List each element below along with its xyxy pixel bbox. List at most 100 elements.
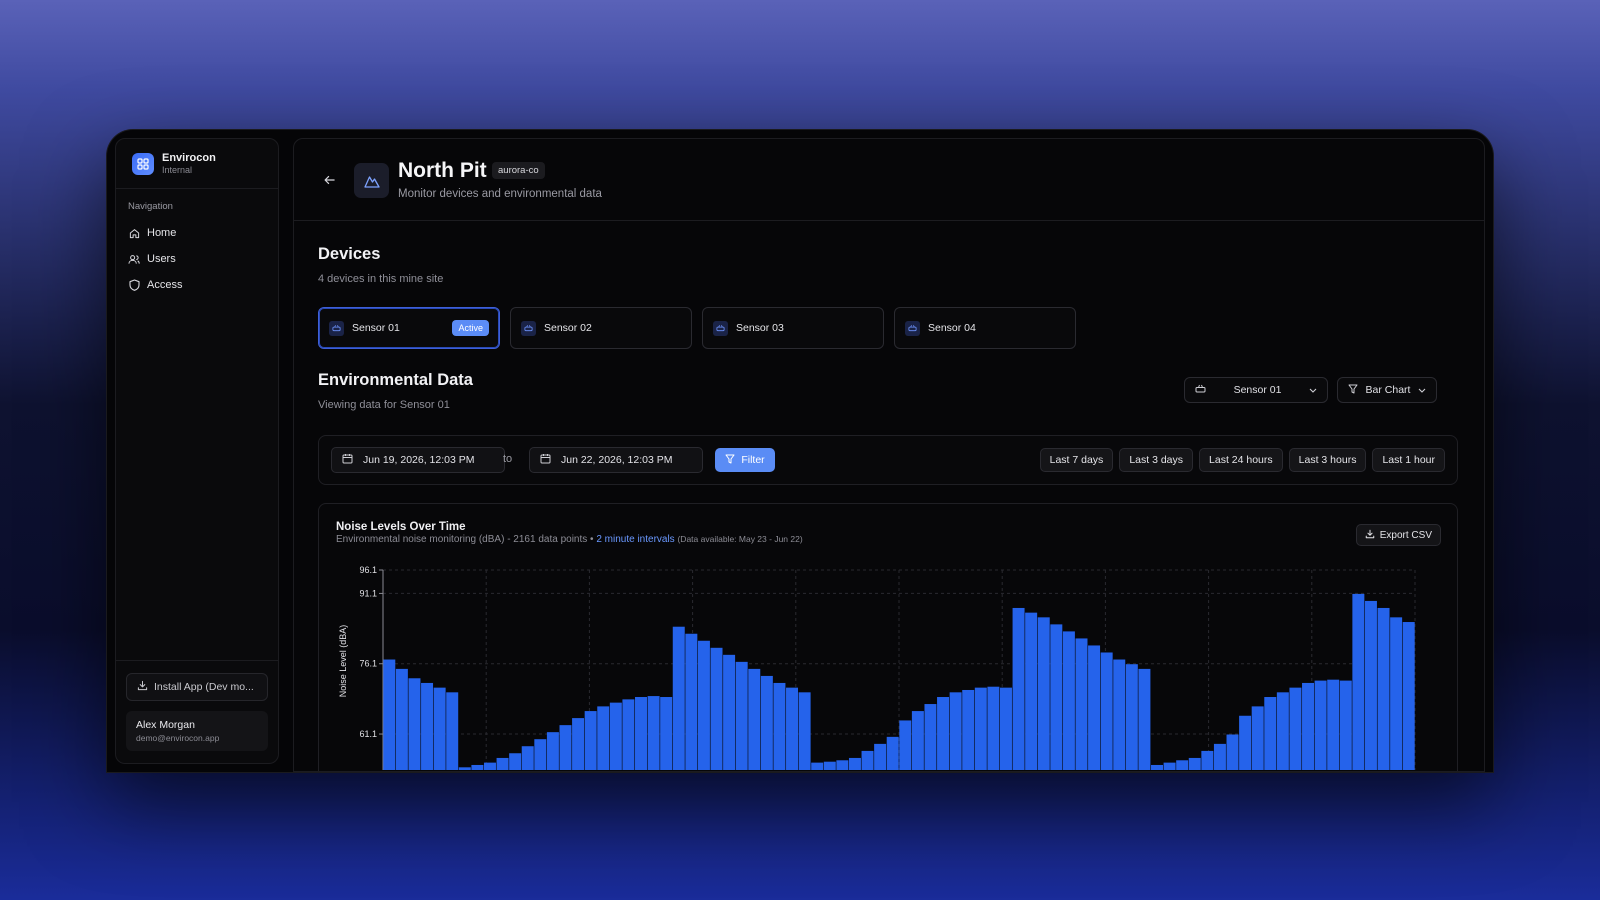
chart-bar[interactable] [383, 659, 396, 770]
chart-bar[interactable] [1327, 679, 1340, 770]
chart-bar[interactable] [861, 750, 874, 770]
chart-bar[interactable] [1075, 638, 1088, 770]
start-date-input[interactable]: Jun 19, 2026, 12:03 PM [331, 447, 505, 473]
sidebar-item-home[interactable]: Home [116, 220, 278, 246]
install-app-button[interactable]: Install App (Dev mo... [126, 673, 268, 701]
chart-bar[interactable] [836, 760, 849, 770]
chart-bar[interactable] [635, 697, 647, 770]
interval-link[interactable]: 2 minute intervals [596, 534, 674, 545]
chart-bar[interactable] [1402, 622, 1415, 770]
chart-bar[interactable] [710, 647, 723, 770]
chart-bar[interactable] [1125, 664, 1138, 770]
chart-bar[interactable] [660, 697, 673, 770]
chart-bar[interactable] [1113, 659, 1126, 770]
range-last-3-days-button[interactable]: Last 3 days [1119, 448, 1194, 472]
chart-bar[interactable] [1390, 617, 1403, 770]
chart-bar[interactable] [1364, 600, 1377, 770]
chart-bar[interactable] [987, 686, 1000, 770]
chart-bar[interactable] [1226, 734, 1239, 770]
device-card-sensor-03[interactable]: Sensor 03 [702, 307, 884, 349]
range-last-24-hours-button[interactable]: Last 24 hours [1199, 448, 1283, 472]
range-last-1-hour-button[interactable]: Last 1 hour [1372, 448, 1445, 472]
chart-bar[interactable] [1163, 762, 1176, 770]
device-card-sensor-02[interactable]: Sensor 02 [510, 307, 692, 349]
chart-bar[interactable] [597, 706, 610, 770]
sensor-select[interactable]: Sensor 01 [1184, 377, 1328, 403]
chart-bar[interactable] [421, 682, 434, 770]
chart-bar[interactable] [672, 626, 685, 770]
chart-bar[interactable] [458, 767, 471, 770]
chart-bar[interactable] [395, 668, 408, 770]
chart-bar[interactable] [559, 725, 572, 770]
chart-bar[interactable] [1276, 692, 1289, 770]
chart-bar[interactable] [1025, 612, 1038, 770]
chart-bar[interactable] [1239, 715, 1252, 770]
device-card-sensor-04[interactable]: Sensor 04 [894, 307, 1076, 349]
chart-bar[interactable] [924, 704, 937, 770]
chart-bar[interactable] [911, 711, 924, 770]
chart-bar[interactable] [546, 732, 559, 770]
chart-bar[interactable] [1088, 645, 1101, 770]
chart-bar[interactable] [471, 764, 484, 770]
range-last-7-days-button[interactable]: Last 7 days [1039, 448, 1114, 472]
chart-bar[interactable] [584, 711, 597, 770]
chart-bar[interactable] [483, 762, 496, 770]
chart-bar[interactable] [1062, 631, 1075, 770]
export-csv-button[interactable]: Export CSV [1355, 524, 1441, 546]
chart-bar[interactable] [1176, 760, 1189, 770]
chart-bar[interactable] [949, 692, 962, 770]
chart-bar[interactable] [1302, 682, 1315, 770]
chart-bar[interactable] [899, 720, 912, 770]
chart-bar[interactable] [735, 661, 748, 770]
chart-bar[interactable] [1314, 680, 1327, 770]
chart-bar[interactable] [697, 640, 710, 770]
chart-bar[interactable] [534, 739, 547, 770]
chart-bar[interactable] [408, 678, 421, 770]
chart-bar[interactable] [1012, 607, 1025, 770]
chart-bar[interactable] [962, 689, 975, 770]
chart-bar[interactable] [848, 757, 861, 770]
chart-bar[interactable] [647, 696, 660, 770]
chart-bar[interactable] [496, 757, 509, 770]
range-last-3-hours-button[interactable]: Last 3 hours [1288, 448, 1367, 472]
chart-bar[interactable] [1138, 668, 1151, 770]
chart-bar[interactable] [1264, 697, 1277, 770]
chart-bar[interactable] [1339, 680, 1352, 770]
chart-bar[interactable] [748, 668, 761, 770]
chart-bar[interactable] [760, 675, 773, 770]
chart-bar[interactable] [1251, 706, 1264, 770]
chart-bar[interactable] [937, 697, 950, 770]
chart-bar[interactable] [723, 654, 736, 770]
chart-bar[interactable] [446, 692, 459, 770]
chart-bar[interactable] [999, 687, 1012, 770]
chart-type-select[interactable]: Bar Chart [1337, 377, 1437, 403]
chart-bar[interactable] [1037, 617, 1050, 770]
chart-bar[interactable] [1377, 607, 1390, 770]
chart-bar[interactable] [433, 687, 446, 770]
back-button[interactable] [324, 173, 335, 188]
chart-bar[interactable] [521, 746, 534, 770]
device-card-sensor-01[interactable]: Sensor 01 Active [318, 307, 500, 349]
chart-bar[interactable] [1188, 757, 1201, 770]
chart-bar[interactable] [1151, 764, 1163, 770]
chart-bar[interactable] [1289, 687, 1302, 770]
chart-bar[interactable] [823, 761, 836, 770]
chart-bar[interactable] [786, 687, 799, 770]
chart-bar[interactable] [685, 633, 698, 770]
chart-bar[interactable] [509, 753, 522, 770]
chart-bar[interactable] [1100, 652, 1113, 770]
chart-bar[interactable] [572, 718, 585, 770]
chart-bar[interactable] [1213, 743, 1226, 770]
end-date-input[interactable]: Jun 22, 2026, 12:03 PM [529, 447, 703, 473]
chart-bar[interactable] [1352, 593, 1365, 770]
chart-bar[interactable] [811, 762, 824, 770]
chart-bar[interactable] [609, 702, 622, 770]
sidebar-item-users[interactable]: Users [116, 246, 278, 272]
filter-button[interactable]: Filter [715, 448, 775, 472]
brand[interactable]: Envirocon Internal [116, 139, 278, 189]
user-card[interactable]: Alex Morgan demo@envirocon.app [126, 711, 268, 751]
chart-bar[interactable] [1050, 624, 1063, 770]
chart-bar[interactable] [974, 687, 987, 770]
sidebar-item-access[interactable]: Access [116, 272, 278, 298]
chart-bar[interactable] [1201, 750, 1214, 770]
